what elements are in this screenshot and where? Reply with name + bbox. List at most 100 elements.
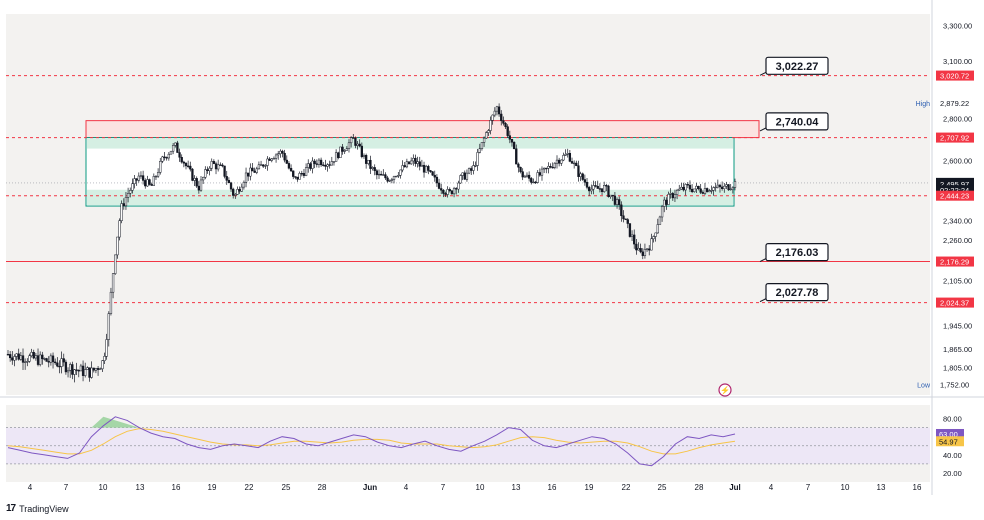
candle-body (555, 159, 559, 164)
price-badge-label: 2,176.29 (940, 258, 969, 267)
candle-body (377, 173, 381, 176)
candle-body (482, 137, 486, 143)
candle-body (697, 185, 700, 190)
candle-body (705, 188, 709, 193)
candle-body (566, 153, 569, 155)
candle-body (313, 160, 316, 164)
candle-body (285, 159, 288, 164)
candle-body (66, 370, 70, 373)
footer-brand[interactable]: 17 TradingView (6, 503, 69, 514)
candle-body (542, 167, 546, 170)
candle-body (510, 139, 514, 143)
candle-body (330, 161, 333, 166)
candle-body (557, 159, 561, 164)
rsi-pane-background (6, 405, 930, 482)
candle-body (317, 159, 321, 165)
price-chart[interactable]: 3,022.27 2,740.04 2,176.03 2,027.78 3,300.00… (0, 0, 984, 520)
candle-body (202, 177, 205, 181)
price-badge-label: 2,707.92 (940, 134, 969, 143)
candle-body (264, 165, 267, 167)
candle-body (613, 195, 617, 205)
price-tick-label: 3,100.00 (943, 57, 972, 66)
symbol-name[interactable]: Ethereum / TetherUS · 4h · BINANCE (12, 22, 137, 31)
candle-body (660, 206, 664, 218)
candle-body (180, 157, 183, 163)
candle-body (461, 172, 464, 176)
candle-body (515, 148, 518, 165)
candle-body (467, 168, 471, 174)
candle-body (491, 114, 494, 121)
candle-body (716, 184, 719, 188)
candle-body (465, 172, 469, 180)
candle-body (51, 355, 55, 363)
candle-body (88, 367, 91, 378)
candle-body (174, 142, 177, 146)
candle-body (193, 178, 196, 181)
candle-body (165, 157, 168, 159)
candle-body (508, 135, 511, 140)
price-badge-label: 02:22:24 (940, 186, 969, 195)
candle-body (678, 188, 681, 191)
candle-body (326, 164, 329, 167)
candle-body (21, 355, 25, 363)
candle-body (592, 185, 595, 190)
callout-label: 2,027.78 (776, 287, 819, 299)
candle-body (618, 199, 621, 206)
candle-body (367, 159, 370, 164)
candle-body (729, 188, 732, 191)
candle-body (49, 355, 53, 363)
candle-body (650, 238, 653, 251)
candle-body (512, 141, 516, 150)
callout-pointer (759, 126, 769, 132)
candle-body (708, 190, 711, 193)
candle-body (161, 156, 164, 162)
candle-body (109, 291, 113, 314)
candle-body (427, 166, 430, 171)
candle-body (673, 194, 677, 199)
rsi-tick-label: 80.00 (943, 415, 962, 424)
time-tick-label: 22 (245, 483, 254, 492)
candle-body (75, 369, 78, 371)
candle-body (274, 154, 278, 159)
candle-body (354, 137, 357, 146)
candle-body (71, 364, 74, 375)
candle-body (583, 179, 587, 183)
candle-body (225, 176, 228, 181)
candle-body (581, 173, 584, 180)
candle-body (217, 164, 220, 170)
candle-body (369, 159, 372, 169)
candle-body (191, 168, 194, 181)
candle-body (268, 158, 271, 161)
price-badge-label: 2,879.22 (940, 99, 969, 108)
candle-body (519, 166, 522, 172)
candle-body (352, 137, 355, 139)
candle-body (605, 185, 608, 187)
candle-body (197, 185, 201, 191)
candle-body (630, 234, 634, 237)
candle-body (675, 189, 679, 195)
candle-body (307, 163, 310, 168)
candle-body (60, 358, 63, 367)
candle-body (395, 175, 398, 178)
time-tick-label: Jun (363, 483, 377, 492)
candle-body (86, 367, 89, 370)
candle-body (600, 188, 604, 192)
candle-body (186, 165, 190, 167)
candle-body (390, 179, 394, 181)
candle-body (292, 170, 295, 177)
price-badge-label: 2,444.23 (940, 192, 969, 201)
price-badge-label: 2,500.09 (940, 179, 969, 188)
candle-body (701, 192, 704, 194)
candle-body (652, 236, 655, 240)
candle-body (272, 158, 276, 160)
candle-body (347, 142, 351, 149)
candle-body (356, 143, 359, 146)
chart-frame: parhamnb created with TradingView.com, J… (0, 0, 984, 520)
candle-body (444, 193, 447, 195)
callout-pointer (759, 70, 769, 76)
candle-body (77, 370, 80, 372)
candle-body (727, 184, 730, 191)
candle-body (311, 160, 314, 169)
candle-body (684, 184, 687, 191)
price-badge (936, 177, 974, 188)
